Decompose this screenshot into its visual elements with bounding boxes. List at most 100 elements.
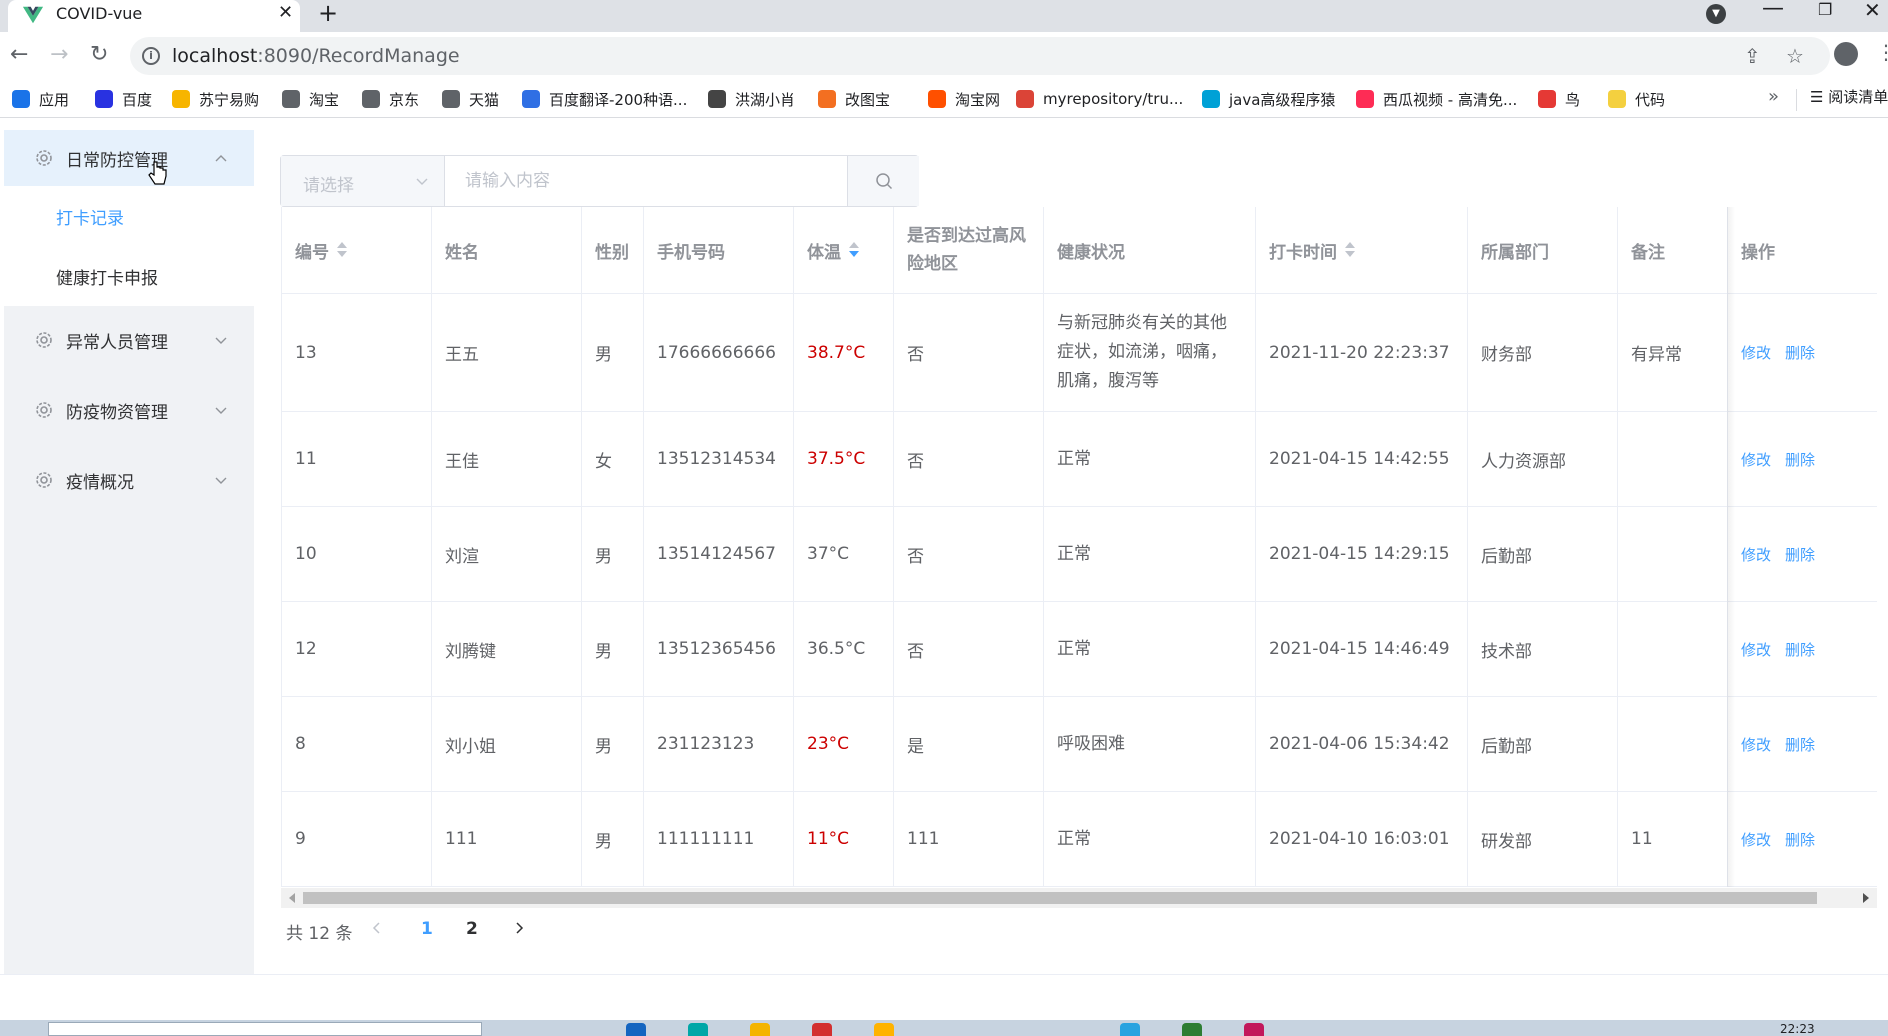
menu-daily-prevention[interactable]: 日常防控管理 <box>4 130 254 186</box>
taskbar-app-icon[interactable] <box>688 1023 708 1036</box>
header-label: 编号 <box>295 242 329 263</box>
bookmark-item[interactable]: 洪湖小肖 <box>708 86 795 112</box>
cell-dept: 后勤部 <box>1468 697 1618 791</box>
reload-icon[interactable]: ↻ <box>90 42 108 67</box>
cell-health: 与新冠肺炎有关的其他 症状，如流涕，咽痛， 肌痛，腹泻等 <box>1044 294 1256 411</box>
sort-icon[interactable] <box>337 242 347 258</box>
delete-button[interactable]: 删除 <box>1785 449 1815 470</box>
scroll-right-icon[interactable] <box>1863 893 1869 903</box>
share-icon[interactable]: ⇪ <box>1744 44 1761 68</box>
tab-search-icon[interactable]: ▼ <box>1706 4 1726 24</box>
cell-note <box>1618 602 1728 696</box>
bookmark-item[interactable]: 改图宝 <box>818 86 890 112</box>
header-label: 操作 <box>1741 242 1775 263</box>
delete-button[interactable]: 删除 <box>1785 342 1815 363</box>
forward-icon[interactable]: → <box>50 42 68 67</box>
site-info-icon[interactable]: i <box>142 47 160 65</box>
address-bar[interactable]: i localhost:8090/RecordManage ⇪ ☆ <box>130 37 1830 75</box>
table-horizontal-scrollbar[interactable] <box>281 888 1877 908</box>
delete-button[interactable]: 删除 <box>1785 544 1815 565</box>
scrollbar-thumb[interactable] <box>303 892 1817 904</box>
cell-phone-text: 13512314534 <box>657 449 776 469</box>
taskbar-app-icon[interactable] <box>1244 1023 1264 1036</box>
search-button[interactable] <box>847 156 919 206</box>
window-close-icon[interactable]: ✕ <box>1864 0 1881 22</box>
window-minimize-icon[interactable]: — <box>1762 0 1784 21</box>
bookmark-item[interactable]: java高级程序猿 <box>1202 86 1335 112</box>
new-tab-icon[interactable]: + <box>318 0 338 27</box>
bookmark-item[interactable]: 淘宝 <box>282 86 339 112</box>
bookmark-item[interactable]: 百度翻译-200种语... <box>522 86 687 112</box>
col-header-temp[interactable]: 体温 <box>794 207 894 293</box>
taskbar-app-icon[interactable] <box>812 1023 832 1036</box>
taskbar-search-box[interactable] <box>48 1022 482 1036</box>
cell-phone: 17666666666 <box>644 294 794 411</box>
col-header-id[interactable]: 编号 <box>282 207 432 293</box>
health-text: 正常 <box>1057 825 1091 854</box>
taskbar-app-icon[interactable] <box>874 1023 894 1036</box>
bookmark-item[interactable]: myrepository/tru... <box>1016 86 1183 112</box>
cell-time-text: 2021-04-15 14:29:15 <box>1269 544 1450 564</box>
edit-button[interactable]: 修改 <box>1741 449 1771 470</box>
bookmark-item[interactable]: 鸟 <box>1538 86 1580 112</box>
edit-button[interactable]: 修改 <box>1741 544 1771 565</box>
edit-button[interactable]: 修改 <box>1741 639 1771 660</box>
delete-button[interactable]: 删除 <box>1785 639 1815 660</box>
scroll-left-icon[interactable] <box>289 893 295 903</box>
search-input[interactable] <box>445 156 845 206</box>
bookmark-item[interactable]: 京东 <box>362 86 419 112</box>
prev-page-icon[interactable] <box>370 921 384 935</box>
taskbar-app-icon[interactable] <box>1182 1023 1202 1036</box>
cell-time: 2021-04-15 14:29:15 <box>1256 507 1468 601</box>
bookmark-item[interactable]: 百度 <box>95 86 152 112</box>
bookmark-item[interactable]: 应用 <box>12 86 69 112</box>
edit-button[interactable]: 修改 <box>1741 734 1771 755</box>
cell-id: 8 <box>282 697 432 791</box>
bookmark-item[interactable]: 淘宝网 <box>928 86 1000 112</box>
menu-supplies[interactable]: 防疫物资管理 <box>4 382 254 438</box>
cell-name-text: 刘渲 <box>445 546 479 567</box>
profile-avatar[interactable] <box>1834 42 1858 66</box>
delete-button[interactable]: 删除 <box>1785 829 1815 850</box>
bookmark-favicon-icon <box>1608 90 1626 108</box>
menu-abnormal-personnel[interactable]: 异常人员管理 <box>4 312 254 368</box>
cell-actions: 修改 删除 <box>1728 792 1877 886</box>
sort-icon[interactable] <box>849 242 859 258</box>
tab-close-icon[interactable]: ✕ <box>278 2 293 23</box>
sort-icon[interactable] <box>1345 242 1355 258</box>
bookmark-item[interactable]: 西瓜视频 - 高清免... <box>1356 86 1517 112</box>
page-2[interactable]: 2 <box>466 919 478 939</box>
next-page-icon[interactable] <box>512 921 526 935</box>
cell-id: 13 <box>282 294 432 411</box>
taskbar-app-icon[interactable] <box>626 1023 646 1036</box>
bookmark-item[interactable]: 代码 <box>1608 86 1665 112</box>
submenu-health-report[interactable]: 健康打卡申报 <box>4 246 254 306</box>
cell-time: 2021-11-20 22:23:37 <box>1256 294 1468 411</box>
field-select[interactable]: 请选择 <box>281 156 445 206</box>
edit-button[interactable]: 修改 <box>1741 829 1771 850</box>
browser-tab[interactable]: COVID-vue ✕ <box>8 0 300 32</box>
edit-button[interactable]: 修改 <box>1741 342 1771 363</box>
taskbar-app-icon[interactable] <box>1120 1023 1140 1036</box>
bookmark-item[interactable]: 天猫 <box>442 86 499 112</box>
menu-epidemic-overview[interactable]: 疫情概况 <box>4 452 254 508</box>
reading-list[interactable]: ☰ 阅读清单 <box>1810 86 1888 107</box>
cell-time-text: 2021-11-20 22:23:37 <box>1269 342 1450 363</box>
page-1[interactable]: 1 <box>421 919 433 939</box>
window-restore-icon[interactable]: ❐ <box>1818 0 1832 19</box>
delete-button[interactable]: 删除 <box>1785 734 1815 755</box>
cell-time-text: 2021-04-15 14:46:49 <box>1269 639 1450 659</box>
gear-icon <box>36 472 52 488</box>
taskbar-app-icon[interactable] <box>750 1023 770 1036</box>
cell-time: 2021-04-10 16:03:01 <box>1256 792 1468 886</box>
submenu-checkin-records[interactable]: 打卡记录 <box>4 186 254 246</box>
bookmarks-more-icon[interactable]: » <box>1768 86 1779 107</box>
bookmark-star-icon[interactable]: ☆ <box>1786 44 1804 68</box>
col-header-time[interactable]: 打卡时间 <box>1256 207 1468 293</box>
cell-gender: 女 <box>582 412 644 506</box>
bookmark-item[interactable]: 苏宁易购 <box>172 86 259 112</box>
chevron-down-icon <box>215 407 227 414</box>
cell-name: 王五 <box>432 294 582 411</box>
browser-menu-icon[interactable]: ⋮ <box>1876 40 1888 64</box>
back-icon[interactable]: ← <box>10 42 28 67</box>
